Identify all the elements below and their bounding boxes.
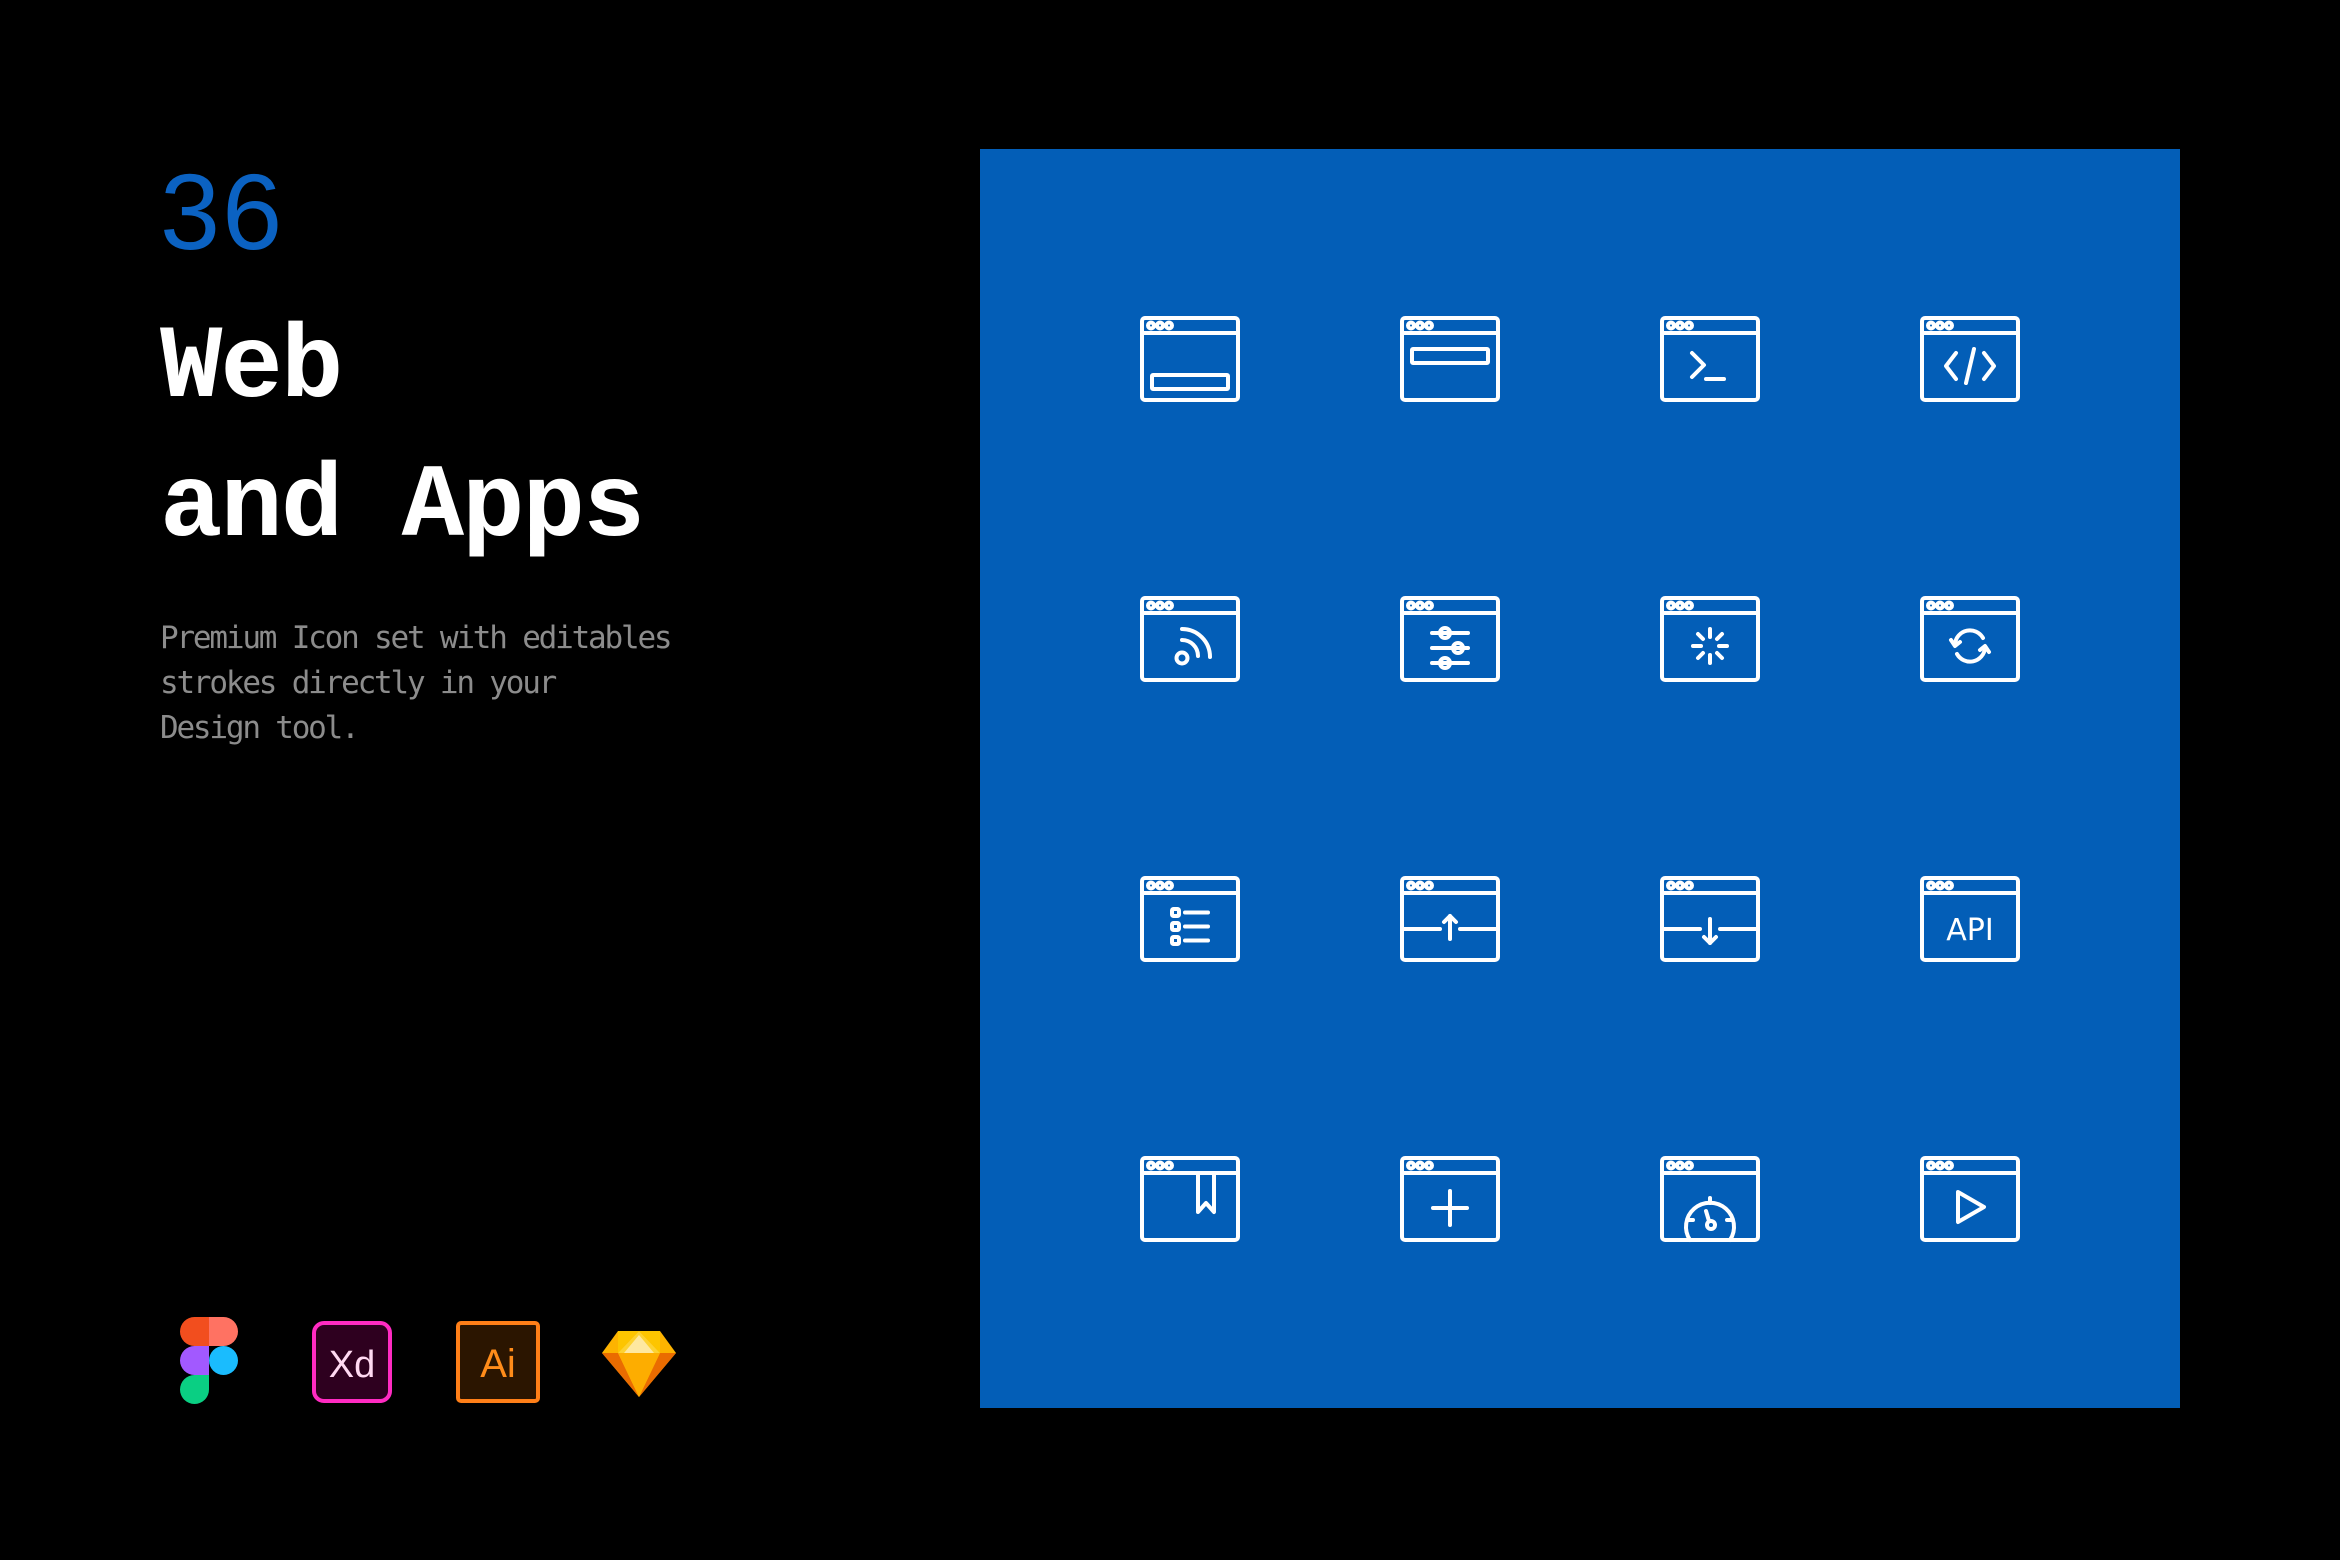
browser-bookmark-icon — [1140, 1156, 1240, 1242]
browser-code-icon — [1920, 316, 2020, 402]
browser-loading-icon — [1660, 596, 1760, 682]
browser-rss-icon — [1140, 596, 1240, 682]
title-line-2: and Apps — [160, 449, 645, 567]
description: Premium Icon set with editables strokes … — [160, 616, 680, 751]
title-line-1: Web — [160, 310, 343, 428]
description-line-1: Premium Icon set with editables — [160, 620, 673, 656]
browser-download-icon — [1660, 876, 1760, 962]
browser-sync-icon — [1920, 596, 2020, 682]
browser-speed-icon — [1660, 1156, 1760, 1242]
description-line-2: strokes directly in your — [160, 665, 557, 701]
browser-bottom-bar-icon — [1140, 316, 1240, 402]
icon-preview-panel: API — [980, 149, 2180, 1408]
svg-text:Xd: Xd — [329, 1344, 375, 1386]
api-label: API — [1946, 913, 1993, 948]
adobe-xd-logo-icon: Xd — [312, 1321, 392, 1403]
browser-list-icon — [1140, 876, 1240, 962]
svg-text:Ai: Ai — [480, 1342, 516, 1386]
browser-terminal-icon — [1660, 316, 1760, 402]
adobe-illustrator-logo-icon: Ai — [456, 1321, 540, 1403]
page-title: Web and Apps — [160, 300, 645, 578]
browser-settings-sliders-icon — [1400, 596, 1500, 682]
sketch-logo-icon — [602, 1329, 676, 1397]
icon-count: 36 — [160, 151, 285, 272]
browser-upload-icon — [1400, 876, 1500, 962]
browser-add-icon — [1400, 1156, 1500, 1242]
browser-play-icon — [1920, 1156, 2020, 1242]
browser-top-bar-icon — [1400, 316, 1500, 402]
description-line-3: Design tool. — [160, 710, 360, 746]
figma-logo-icon — [180, 1317, 238, 1404]
browser-api-icon: API — [1920, 876, 2020, 962]
